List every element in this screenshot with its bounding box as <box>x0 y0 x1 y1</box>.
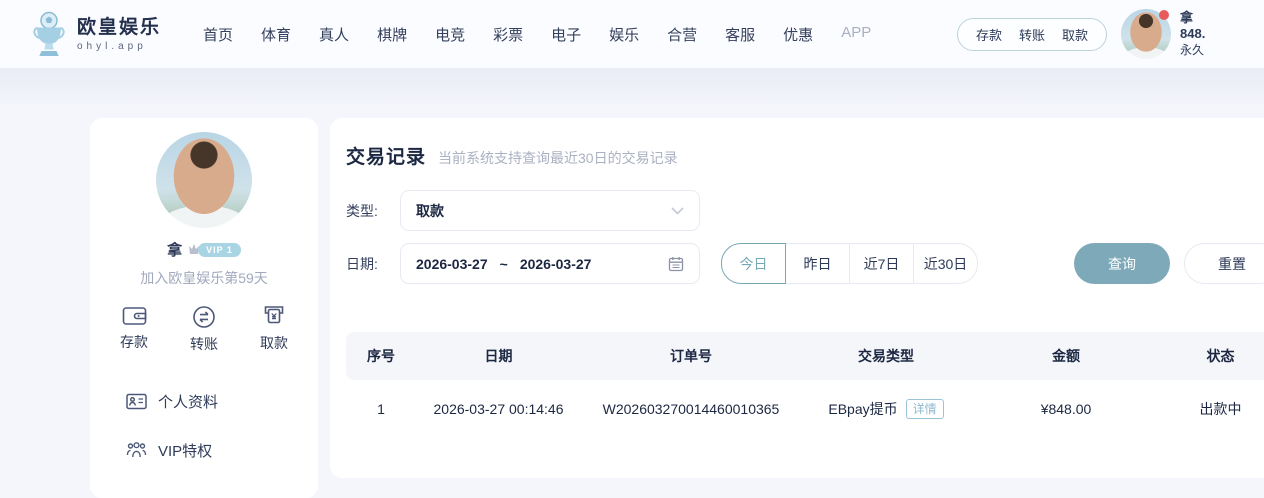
page-title: 交易记录 <box>346 142 426 169</box>
nav-item-esports[interactable]: 电竞 <box>435 24 465 45</box>
cell-datetime: 2026-03-27 00:14:46 <box>416 380 581 438</box>
range-30days-button[interactable]: 近30日 <box>913 243 978 284</box>
transfer-button[interactable]: 转账 <box>1019 25 1045 44</box>
sidebar-menu: 个人资料 VIP特权 <box>90 380 318 472</box>
cell-status: 出款中 <box>1161 380 1264 438</box>
range-yesterday-button[interactable]: 昨日 <box>785 243 850 284</box>
vip-people-icon <box>126 442 147 459</box>
trophy-logo-icon <box>30 11 68 57</box>
sidebar-withdraw-action[interactable]: 取款 <box>260 305 288 354</box>
sidebar-item-profile[interactable]: 个人资料 <box>90 380 318 423</box>
col-index: 序号 <box>346 332 416 380</box>
sidebar-deposit-label: 存款 <box>120 332 148 352</box>
profile-avatar[interactable] <box>156 132 252 228</box>
transaction-type-text: EBpay提币 <box>828 401 897 417</box>
header-gradient-band <box>0 68 1264 108</box>
user-balance: 848. <box>1180 26 1240 42</box>
type-select[interactable]: 取款 <box>400 190 700 231</box>
date-filter-row: 日期: 2026-03-27 ~ 2026-03-27 今日 昨日 近7日 近3… <box>346 243 1264 284</box>
range-7days-button[interactable]: 近7日 <box>849 243 914 284</box>
nav-item-promos[interactable]: 优惠 <box>783 24 813 45</box>
type-select-value: 取款 <box>416 201 444 221</box>
sidebar-item-vip-label: VIP特权 <box>158 440 212 461</box>
nav-item-cards[interactable]: 棋牌 <box>377 24 407 45</box>
profile-name-row: 拿 VIP 1 <box>90 240 318 259</box>
type-label: 类型: <box>346 201 400 221</box>
table-row: 1 2026-03-27 00:14:46 W20260327001446001… <box>346 380 1264 438</box>
user-summary[interactable]: 拿 848. 永久 <box>1180 10 1240 58</box>
reset-button[interactable]: 重置 <box>1184 243 1264 284</box>
transactions-table: 序号 日期 订单号 交易类型 金额 状态 1 2026-03-27 00:14:… <box>346 332 1264 438</box>
quick-range-group: 今日 昨日 近7日 近30日 <box>721 243 978 284</box>
sidebar-item-profile-label: 个人资料 <box>158 391 218 412</box>
wallet-button-group: 存款 转账 取款 <box>957 18 1107 51</box>
cell-index: 1 <box>346 380 416 438</box>
col-order-no: 订单号 <box>581 332 801 380</box>
cell-order-no: W202603270014460010365 <box>581 380 801 438</box>
site-logo[interactable]: 欧皇娱乐 ohyl.app <box>30 11 161 57</box>
nav-item-home[interactable]: 首页 <box>203 24 233 45</box>
notification-dot <box>1159 10 1169 20</box>
table-header-row: 序号 日期 订单号 交易类型 金额 状态 <box>346 332 1264 380</box>
nav-item-affiliate[interactable]: 合营 <box>667 24 697 45</box>
nav-item-entertainment[interactable]: 娱乐 <box>609 24 639 45</box>
chevron-down-icon <box>671 207 684 215</box>
detail-tag-button[interactable]: 详情 <box>906 399 944 419</box>
transfer-arrows-icon <box>192 305 216 329</box>
sidebar-transfer-label: 转账 <box>190 334 218 354</box>
deposit-button[interactable]: 存款 <box>976 25 1002 44</box>
col-status: 状态 <box>1161 332 1264 380</box>
col-type: 交易类型 <box>801 332 971 380</box>
logo-subtitle: ohyl.app <box>77 41 161 52</box>
user-avatar[interactable] <box>1121 9 1171 59</box>
col-amount: 金额 <box>971 332 1161 380</box>
nav-item-lottery[interactable]: 彩票 <box>493 24 523 45</box>
join-days-text: 加入欧皇娱乐第59天 <box>90 268 318 288</box>
quick-actions: 存款 转账 取款 <box>90 305 318 354</box>
date-range-separator: ~ <box>500 256 508 272</box>
cell-type: EBpay提币详情 <box>801 380 971 438</box>
col-date: 日期 <box>416 332 581 380</box>
calendar-icon <box>668 256 684 272</box>
sidebar-transfer-action[interactable]: 转账 <box>190 305 218 354</box>
profile-username: 拿 <box>167 239 182 260</box>
sidebar-item-vip[interactable]: VIP特权 <box>90 429 318 472</box>
vip-badge-label: VIP 1 <box>198 243 241 257</box>
logo-title: 欧皇娱乐 <box>77 17 161 39</box>
page-subtitle: 当前系统支持查询最近30日的交易记录 <box>438 148 678 168</box>
main-nav: 首页 体育 真人 棋牌 电竞 彩票 电子 娱乐 合营 客服 优惠 APP <box>203 24 871 45</box>
date-range-input[interactable]: 2026-03-27 ~ 2026-03-27 <box>400 243 700 284</box>
user-name: 拿 <box>1180 10 1240 26</box>
range-today-button[interactable]: 今日 <box>721 243 786 284</box>
type-filter-row: 类型: 取款 <box>346 190 1264 231</box>
date-label: 日期: <box>346 254 400 274</box>
nav-item-app[interactable]: APP <box>841 24 871 45</box>
nav-item-support[interactable]: 客服 <box>725 24 755 45</box>
profile-sidebar: 拿 VIP 1 加入欧皇娱乐第59天 存款 <box>90 118 318 498</box>
nav-item-slots[interactable]: 电子 <box>551 24 581 45</box>
id-card-icon <box>126 393 147 410</box>
withdraw-button[interactable]: 取款 <box>1062 25 1088 44</box>
sidebar-deposit-action[interactable]: 存款 <box>120 305 148 354</box>
panel-title-row: 交易记录 当前系统支持查询最近30日的交易记录 <box>346 142 1264 169</box>
deposit-wallet-icon <box>122 305 147 327</box>
sidebar-withdraw-label: 取款 <box>260 333 288 353</box>
user-duration: 永久 <box>1180 42 1240 58</box>
date-to-value: 2026-03-27 <box>520 256 592 272</box>
vip-level-badge: VIP 1 <box>187 243 241 257</box>
top-navbar: 欧皇娱乐 ohyl.app 首页 体育 真人 棋牌 电竞 彩票 电子 娱乐 合营… <box>0 0 1264 68</box>
nav-item-sports[interactable]: 体育 <box>261 24 291 45</box>
nav-item-live[interactable]: 真人 <box>319 24 349 45</box>
cell-amount: ¥848.00 <box>971 380 1161 438</box>
query-button[interactable]: 查询 <box>1074 243 1170 284</box>
date-from-value: 2026-03-27 <box>416 256 488 272</box>
withdraw-cash-icon <box>262 305 286 328</box>
transaction-records-panel: 交易记录 当前系统支持查询最近30日的交易记录 类型: 取款 日期: 2026-… <box>330 118 1264 478</box>
